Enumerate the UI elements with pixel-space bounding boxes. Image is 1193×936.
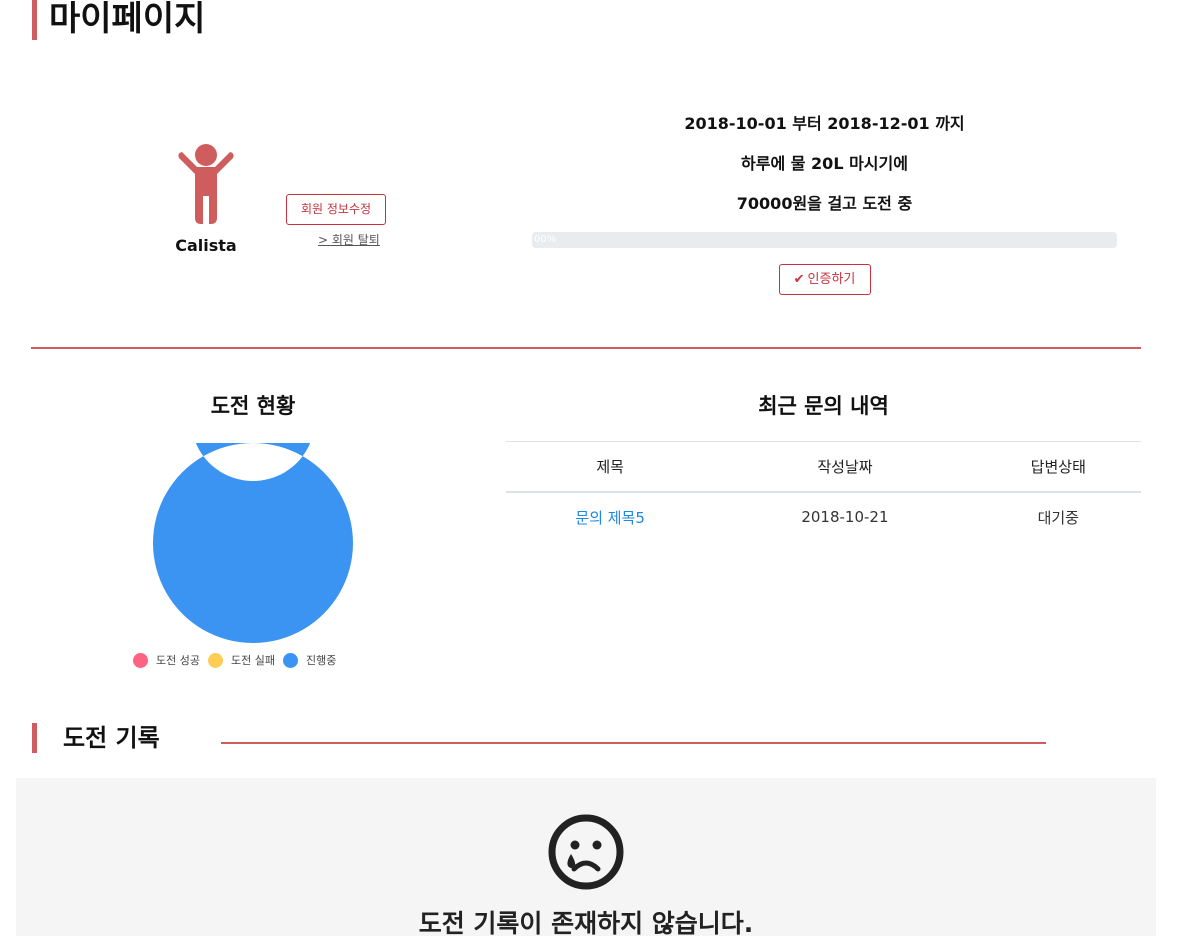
chart-legend: 도전 성공 도전 실패 진행중 (133, 652, 344, 668)
user-avatar-icon (178, 144, 234, 224)
inquiry-status-cell: 대기중 (1037, 508, 1079, 527)
verify-button-label: 인증하기 (807, 272, 856, 287)
challenge-bet: 70000원을 걸고 도전 중 (736, 194, 913, 213)
challenge-progress-bar: 00% (532, 232, 1117, 248)
challenge-goal: 하루에 물 20L 마시기에 (741, 154, 908, 173)
status-donut-chart (153, 443, 353, 643)
table-row: 문의 제목5 2018-10-21 대기중 (506, 492, 1141, 542)
page-title: 마이페이지 (32, 0, 205, 40)
inquiry-header-row: 제목 작성날짜 답변상태 (506, 441, 1141, 493)
inquiry-date-cell: 2018-10-21 (801, 508, 889, 526)
challenge-period: 2018-10-01 부터 2018-12-01 까지 (684, 114, 965, 133)
record-section-title: 도전 기록 (32, 723, 160, 753)
section-divider (31, 347, 1141, 349)
verify-button[interactable]: ✔ 인증하기 (778, 264, 871, 295)
empty-records-message: 도전 기록이 존재하지 않습니다. (418, 909, 754, 936)
legend-dot-progress (282, 652, 298, 668)
legend-item-success[interactable]: 도전 성공 (133, 652, 200, 668)
withdraw-link[interactable]: > 회원 탈퇴 (318, 231, 380, 248)
inquiry-title-link[interactable]: 문의 제목5 (575, 509, 645, 527)
status-title: 도전 현황 (210, 394, 296, 418)
inquiry-title-cell: 문의 제목5 (506, 492, 714, 542)
legend-label-fail: 도전 실패 (230, 654, 275, 667)
sad-face-icon (548, 814, 624, 890)
column-header-title: 제목 (506, 441, 715, 493)
progress-label: 00% (534, 234, 557, 245)
challenge-summary: 2018-10-01 부터 2018-12-01 까지 하루에 물 20L 마시… (532, 112, 1117, 295)
legend-item-progress[interactable]: 진행중 (282, 652, 337, 668)
record-section-line (221, 742, 1046, 744)
column-header-status: 답변상태 (975, 441, 1141, 493)
inquiry-table: 제목 작성날짜 답변상태 문의 제목5 2018-10-21 대기중 (506, 441, 1141, 542)
legend-label-progress: 진행중 (305, 654, 337, 667)
check-icon: ✔ (793, 272, 805, 287)
legend-item-fail[interactable]: 도전 실패 (207, 652, 275, 668)
profile-name: Calista (175, 236, 237, 255)
column-header-date: 작성날짜 (714, 441, 976, 493)
inquiry-title: 최근 문의 내역 (758, 394, 889, 418)
legend-dot-fail (207, 652, 223, 668)
legend-dot-success (133, 652, 148, 668)
legend-label-success: 도전 성공 (156, 654, 200, 667)
profile-card: Calista (150, 140, 262, 255)
edit-profile-button[interactable]: 회원 정보수정 (286, 194, 386, 225)
